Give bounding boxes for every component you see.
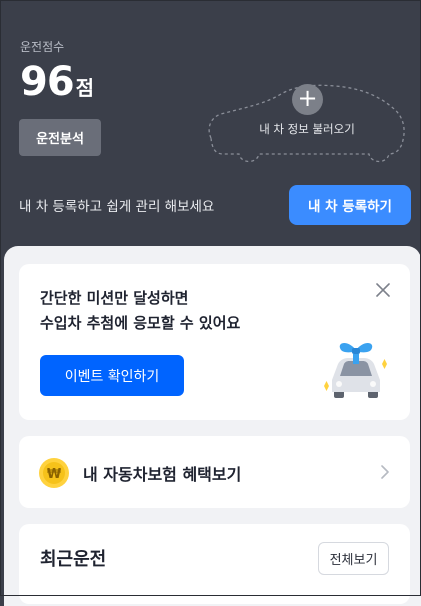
add-car-label: 내 차 정보 불러오기 xyxy=(259,122,355,136)
score-unit: 점 xyxy=(75,76,95,100)
register-prompt: 내 차 등록하고 쉽게 관리 해보세요 xyxy=(19,199,215,215)
recent-driving-title: 최근운전 xyxy=(40,549,107,570)
insurance-benefit-label: 내 자동차보험 혜택보기 xyxy=(83,465,242,484)
won-glyph: ₩ xyxy=(47,467,62,482)
driving-analysis-button[interactable]: 운전분석 xyxy=(19,119,101,156)
event-title-line1: 간단한 미션만 달성하면 xyxy=(40,289,189,307)
won-coin-icon: ₩ xyxy=(39,458,69,488)
score-value: 96 xyxy=(20,59,75,105)
score-label: 운전점수 xyxy=(20,40,65,54)
close-icon[interactable] xyxy=(374,281,392,299)
event-title-line2: 수입차 추첨에 응모할 수 있어요 xyxy=(40,314,241,332)
view-all-button[interactable]: 전체보기 xyxy=(318,542,389,575)
score-display: 96 점 xyxy=(20,58,94,106)
register-car-button[interactable]: 내 차 등록하기 xyxy=(289,185,411,225)
chevron-right-icon xyxy=(381,465,389,479)
add-car-plus-icon[interactable]: + xyxy=(292,84,323,115)
gift-car-icon xyxy=(324,343,387,398)
event-check-button[interactable]: 이벤트 확인하기 xyxy=(40,355,184,396)
